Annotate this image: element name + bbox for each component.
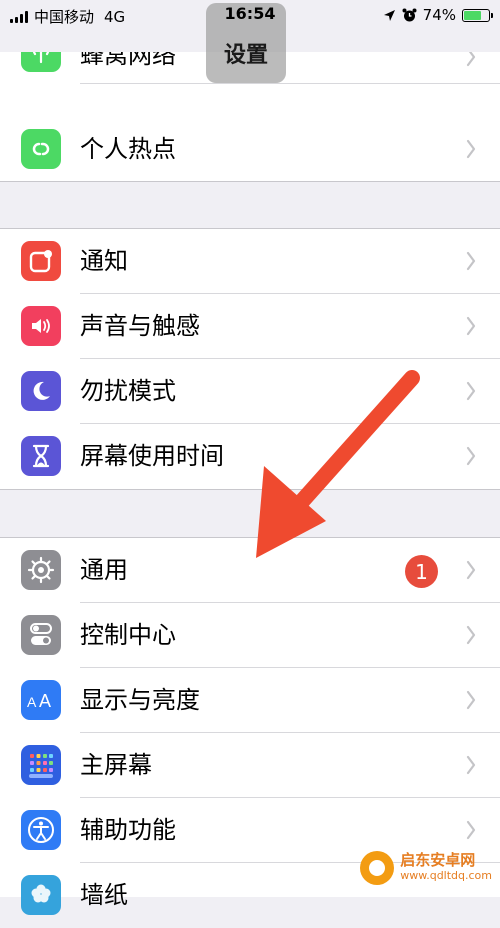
update-badge: 1	[405, 555, 438, 588]
notification-icon	[21, 241, 61, 281]
settings-row-label: 主屏幕	[80, 751, 152, 779]
hotspot-link-icon	[21, 129, 61, 169]
chevron-right-icon	[466, 446, 476, 466]
settings-row-label: 墙纸	[80, 881, 128, 909]
settings-row-label: 勿扰模式	[80, 377, 176, 405]
chevron-right-icon	[466, 251, 476, 271]
svg-text:A: A	[27, 694, 37, 710]
watermark-url: www.qdltdq.com	[400, 869, 492, 882]
settings-row-label: 屏幕使用时间	[80, 442, 224, 470]
hourglass-icon	[21, 436, 61, 476]
home-grid-icon	[21, 745, 61, 785]
cellular-antenna-icon	[21, 52, 61, 72]
chevron-right-icon	[466, 52, 476, 67]
settings-row-screen-time[interactable]: 屏幕使用时间	[0, 424, 500, 489]
status-time: 16:54	[224, 4, 276, 23]
settings-row-general[interactable]: 通用 1	[0, 538, 500, 603]
settings-row-label: 通知	[80, 247, 128, 275]
chevron-right-icon	[466, 755, 476, 775]
speaker-icon	[21, 306, 61, 346]
gear-icon	[21, 550, 61, 590]
chevron-right-icon	[466, 381, 476, 401]
accessibility-icon	[21, 810, 61, 850]
settings-group-general: 通用 1 控制中心 AA 显示与亮度 主屏幕 辅助功能 墙纸	[0, 537, 500, 915]
settings-row-display[interactable]: AA 显示与亮度	[0, 668, 500, 733]
moon-icon	[21, 371, 61, 411]
toggles-icon	[21, 615, 61, 655]
chevron-right-icon	[466, 139, 476, 159]
settings-row-home-screen[interactable]: 主屏幕	[0, 733, 500, 798]
chevron-right-icon	[466, 560, 476, 580]
watermark-name: 启东安卓网	[400, 851, 476, 869]
chevron-right-icon	[466, 690, 476, 710]
watermark-logo-icon	[360, 851, 395, 885]
site-watermark: 启东安卓网 www.qdltdq.com	[360, 851, 492, 885]
settings-row-do-not-disturb[interactable]: 勿扰模式	[0, 359, 500, 424]
settings-row-label: 辅助功能	[80, 816, 176, 844]
svg-text:A: A	[39, 691, 51, 711]
settings-row-sounds[interactable]: 声音与触感	[0, 294, 500, 359]
chevron-right-icon	[466, 820, 476, 840]
settings-row-label: 蜂窝网络	[80, 52, 176, 69]
settings-row-label: 声音与触感	[80, 312, 200, 340]
settings-row-label: 通用	[80, 556, 128, 584]
page-title: 设置	[223, 43, 268, 68]
settings-row-label: 显示与亮度	[80, 686, 200, 714]
settings-row-notifications[interactable]: 通知	[0, 229, 500, 294]
settings-row-label: 个人热点	[80, 135, 176, 163]
settings-row-control-center[interactable]: 控制中心	[0, 603, 500, 668]
settings-row-label: 控制中心	[80, 621, 176, 649]
text-size-icon: AA	[21, 680, 61, 720]
wallpaper-flower-icon	[21, 875, 61, 915]
settings-group-notifications: 通知 声音与触感 勿扰模式 屏幕使用时间	[0, 228, 500, 490]
settings-row-hotspot[interactable]: 个人热点	[0, 117, 500, 182]
chevron-right-icon	[466, 316, 476, 336]
chevron-right-icon	[466, 625, 476, 645]
